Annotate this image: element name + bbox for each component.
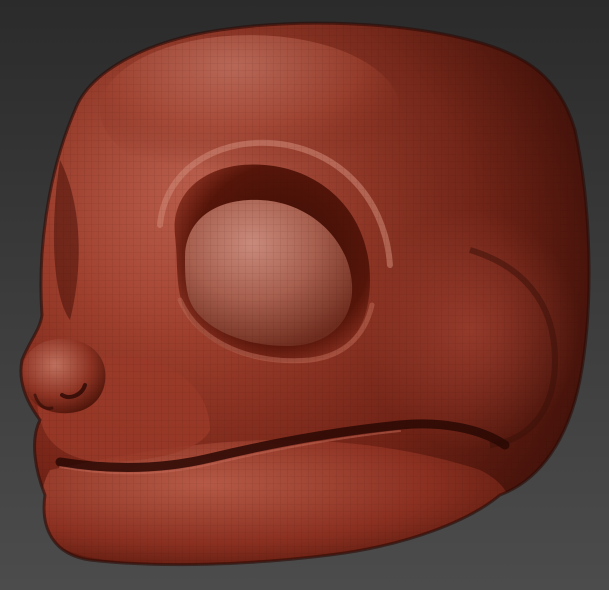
viewport-canvas[interactable] [0, 0, 609, 590]
sculpt-viewport[interactable] [0, 0, 609, 590]
